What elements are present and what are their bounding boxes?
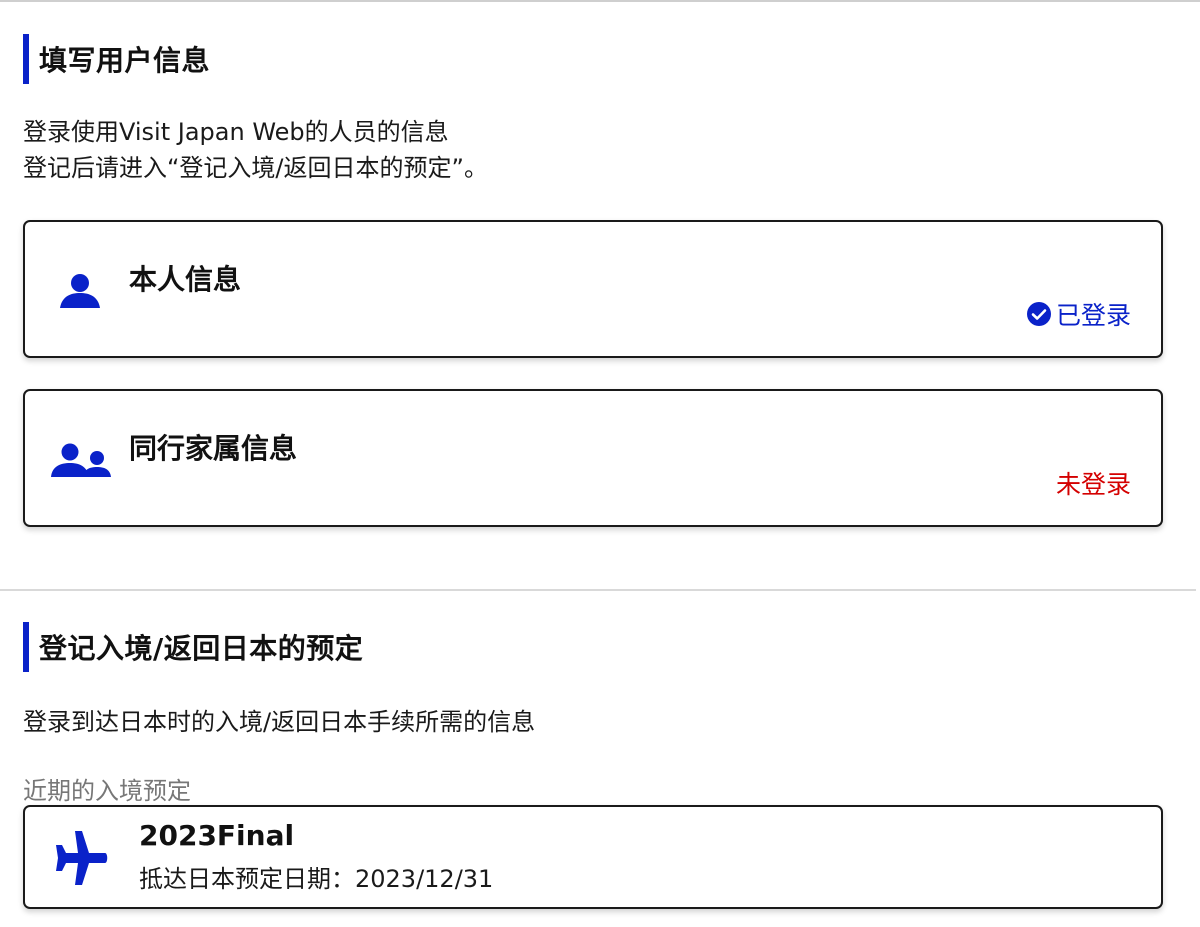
section-heading-entry-plan: 登记入境/返回日本的预定 <box>23 622 363 672</box>
upcoming-entry-label: 近期的入境预定 <box>23 777 191 805</box>
entry-section-description: 登录到达日本时的入境/返回日本手续所需的信息 <box>23 708 536 736</box>
arrival-date-label: 抵达日本预定日期： <box>139 865 355 893</box>
heading-accent-bar <box>23 34 29 84</box>
airplane-icon <box>53 829 109 891</box>
top-divider <box>0 0 1200 2</box>
description-line-1: 登录使用Visit Japan Web的人员的信息 <box>23 118 449 146</box>
family-info-status: 未登录 <box>1056 465 1131 501</box>
section-heading-text: 登记入境/返回日本的预定 <box>39 632 364 665</box>
section-divider <box>0 589 1196 591</box>
status-label: 已登录 <box>1055 301 1131 330</box>
section-heading-user-info: 填写用户信息 <box>23 34 210 84</box>
personal-info-card[interactable]: 本人信息 已登录 <box>23 220 1163 358</box>
personal-info-title: 本人信息 <box>129 263 242 296</box>
arrival-date-value: 2023/12/31 <box>355 865 494 893</box>
family-icon <box>49 441 113 483</box>
trip-card[interactable]: 2023Final 抵达日本预定日期：2023/12/31 <box>23 805 1163 909</box>
person-icon <box>58 272 102 314</box>
family-info-title: 同行家属信息 <box>129 432 298 465</box>
check-circle-icon <box>1026 302 1051 326</box>
description-line-2: 登记后请进入“登记入境/返回日本的预定”。 <box>23 154 488 182</box>
status-label: 未登录 <box>1055 470 1131 499</box>
trip-arrival-date: 抵达日本预定日期：2023/12/31 <box>139 859 493 894</box>
family-info-card[interactable]: 同行家属信息 未登录 <box>23 389 1163 527</box>
section-heading-text: 填写用户信息 <box>39 44 211 77</box>
personal-info-status: 已登录 <box>1026 296 1131 332</box>
trip-name: 2023Final <box>139 819 295 852</box>
user-section-description: 登录使用Visit Japan Web的人员的信息 登记后请进入“登记入境/返回… <box>23 114 488 186</box>
heading-accent-bar <box>23 622 29 672</box>
